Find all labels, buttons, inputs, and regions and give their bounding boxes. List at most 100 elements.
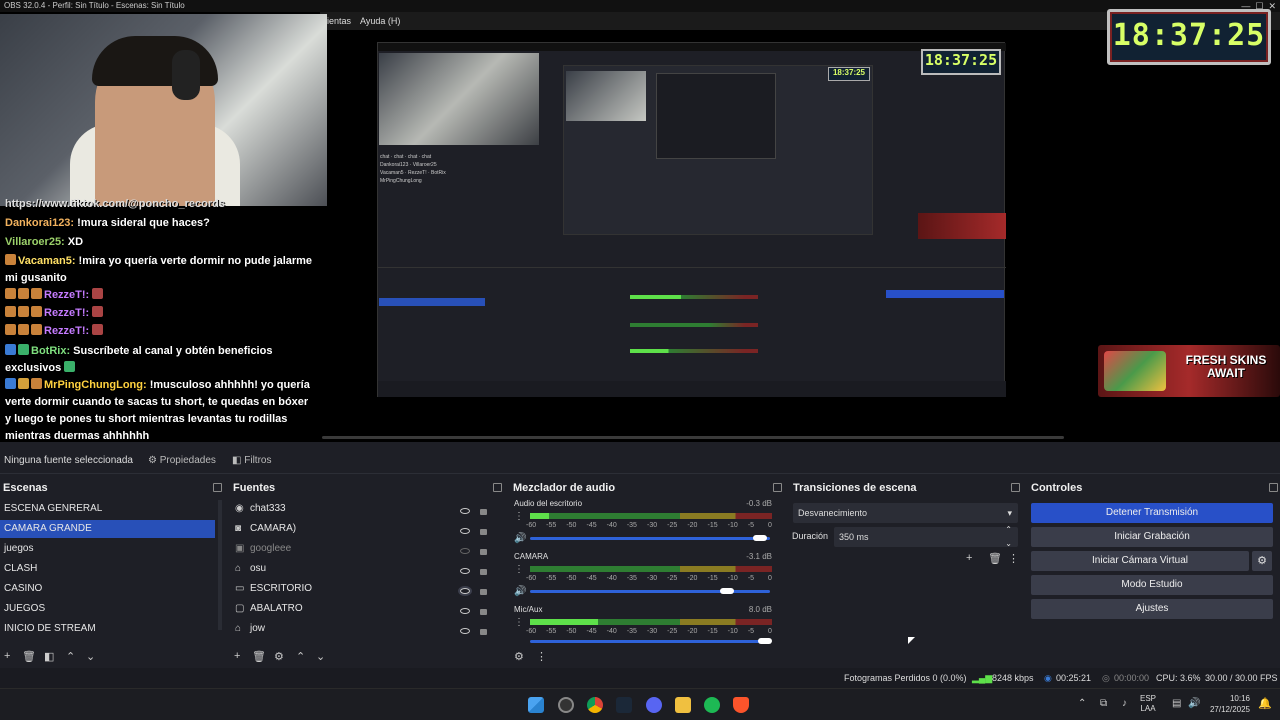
- dock-float-button[interactable]: [773, 483, 782, 492]
- kebab-menu-icon[interactable]: ⋮: [514, 564, 524, 575]
- trash-icon[interactable]: 🗑: [22, 650, 36, 663]
- trash-icon[interactable]: 🗑: [988, 552, 1002, 565]
- speaker-icon[interactable]: 🔊: [514, 533, 526, 544]
- start-recording-button[interactable]: Iniciar Grabación: [1031, 527, 1273, 547]
- folder-icon[interactable]: [675, 697, 691, 713]
- filters-button[interactable]: ◧ Filtros: [232, 455, 271, 466]
- gear-icon[interactable]: ⚙: [274, 650, 284, 663]
- wifi-icon[interactable]: ▤: [1172, 698, 1181, 709]
- scene-item[interactable]: ESCENA GENRERAL: [0, 500, 215, 518]
- eye-icon[interactable]: [460, 528, 470, 534]
- dock-float-button[interactable]: [1269, 483, 1278, 492]
- source-item[interactable]: ABALATRO: [230, 600, 490, 618]
- kebab-menu-icon[interactable]: ⋮: [1008, 552, 1019, 565]
- menu-item-tools[interactable]: ientas: [327, 16, 351, 26]
- source-item[interactable]: ESCRITORIO: [230, 580, 490, 598]
- settings-button[interactable]: Ajustes: [1031, 599, 1273, 619]
- window-title: OBS 32.0.4 - Perfil: Sin Título - Escena…: [4, 1, 185, 10]
- dock-float-button[interactable]: [493, 483, 502, 492]
- windows-start-icon[interactable]: [528, 697, 544, 713]
- eye-icon[interactable]: [460, 588, 470, 594]
- language-indicator[interactable]: ESP LAA: [1140, 694, 1156, 714]
- duration-input[interactable]: 350 ms ⌃ ⌄: [834, 525, 1018, 548]
- channel-name: Audio del escritorio: [514, 499, 583, 508]
- dock-float-button[interactable]: [213, 483, 222, 492]
- source-item[interactable]: jow: [230, 620, 490, 638]
- arrow-up-icon[interactable]: ⌃: [66, 650, 75, 663]
- eye-icon[interactable]: [460, 508, 470, 514]
- steam-icon[interactable]: [616, 697, 632, 713]
- menu-item-help[interactable]: Ayuda (H): [360, 16, 400, 26]
- start-virtual-camera-button[interactable]: Iniciar Cámara Virtual: [1031, 551, 1249, 571]
- eye-hidden-icon[interactable]: [460, 548, 470, 554]
- transition-select[interactable]: Desvanecimiento ▾: [793, 503, 1018, 523]
- lock-icon[interactable]: [480, 569, 487, 575]
- properties-button[interactable]: ⚙ Propiedades: [148, 455, 216, 466]
- add-scene-icon[interactable]: +: [4, 650, 10, 662]
- scenes-scrollbar[interactable]: [218, 500, 222, 630]
- speaker-icon[interactable]: 🔊: [514, 586, 526, 597]
- spotify-icon[interactable]: [704, 697, 720, 713]
- lock-icon[interactable]: [480, 629, 487, 635]
- lock-icon[interactable]: [480, 509, 487, 515]
- nested-obs-capture: 18:37:25 18:37:25 chat · chat · chat · c…: [377, 42, 1006, 397]
- notifications-icon[interactable]: 🔔: [1258, 697, 1272, 710]
- studio-mode-button[interactable]: Modo Estudio: [1031, 575, 1273, 595]
- lock-icon[interactable]: [480, 609, 487, 615]
- lock-icon[interactable]: [480, 549, 487, 555]
- stop-streaming-button[interactable]: Detener Transmisión: [1031, 503, 1273, 523]
- gear-icon[interactable]: ⚙: [514, 650, 524, 663]
- arrow-down-icon[interactable]: ⌄: [86, 650, 95, 663]
- kebab-menu-icon[interactable]: ⋮: [536, 650, 547, 663]
- volume-meter: [530, 619, 772, 625]
- chat-line: RezzeT!:: [5, 287, 105, 304]
- eye-icon[interactable]: [460, 628, 470, 634]
- volume-knob[interactable]: [758, 638, 773, 644]
- controls-dock: Controles Detener Transmisión Iniciar Gr…: [1028, 478, 1280, 668]
- scene-item[interactable]: juegos: [0, 540, 215, 558]
- meter-tick-label: -35: [626, 522, 637, 529]
- source-item[interactable]: googleee: [230, 540, 490, 558]
- volume-slider[interactable]: [530, 590, 770, 593]
- brave-icon[interactable]: [733, 697, 749, 713]
- filter-icon[interactable]: ◧: [44, 650, 54, 663]
- source-item[interactable]: chat333: [230, 500, 490, 518]
- preview-scrollbar[interactable]: [322, 436, 1064, 439]
- source-item[interactable]: CAMARA): [230, 520, 490, 538]
- volume-slider[interactable]: [530, 537, 770, 540]
- dock-float-button[interactable]: [1011, 483, 1020, 492]
- discord-icon[interactable]: [646, 697, 662, 713]
- lock-icon[interactable]: [480, 529, 487, 535]
- add-source-icon[interactable]: +: [234, 650, 240, 662]
- volume-knob[interactable]: [753, 535, 768, 541]
- arrow-down-icon[interactable]: ⌄: [316, 650, 325, 663]
- mic-icon[interactable]: ♪: [1122, 698, 1127, 709]
- eye-icon[interactable]: [460, 608, 470, 614]
- arrow-up-icon[interactable]: ⌃: [296, 650, 305, 663]
- scene-item[interactable]: JUEGOS: [0, 600, 215, 618]
- volume-knob[interactable]: [719, 588, 734, 594]
- kebab-menu-icon[interactable]: ⋮: [514, 511, 524, 522]
- scene-item[interactable]: CASINO: [0, 580, 215, 598]
- lock-icon[interactable]: [480, 589, 487, 595]
- virtual-camera-settings-icon[interactable]: ⚙: [1252, 551, 1272, 571]
- add-transition-icon[interactable]: +: [966, 552, 972, 564]
- scene-item[interactable]: CLASH: [0, 560, 215, 578]
- fresh-skins-text: FRESH SKINS AWAIT: [1185, 353, 1267, 380]
- system-clock[interactable]: 10:16 27/12/2025: [1204, 693, 1250, 715]
- volume-slider[interactable]: [530, 640, 770, 643]
- spinner-icon[interactable]: ⌃ ⌄: [1005, 523, 1012, 551]
- chevron-up-icon[interactable]: ⌃: [1078, 698, 1086, 709]
- source-item[interactable]: osu: [230, 560, 490, 578]
- chrome-icon[interactable]: [587, 697, 603, 713]
- eye-icon[interactable]: [460, 568, 470, 574]
- kebab-menu-icon[interactable]: ⋮: [514, 617, 524, 628]
- volume-icon[interactable]: 🔊: [1188, 698, 1200, 709]
- scene-item-selected[interactable]: CAMARA GRANDE: [0, 520, 215, 538]
- network-icon[interactable]: ⧉: [1100, 698, 1107, 709]
- trash-icon[interactable]: 🗑: [252, 650, 266, 663]
- obs-icon[interactable]: [558, 697, 574, 713]
- scene-item[interactable]: INICIO DE STREAM: [0, 620, 215, 638]
- stream-icon: ◉: [1044, 673, 1052, 683]
- clock-overlay: 18:37:25: [1107, 9, 1271, 65]
